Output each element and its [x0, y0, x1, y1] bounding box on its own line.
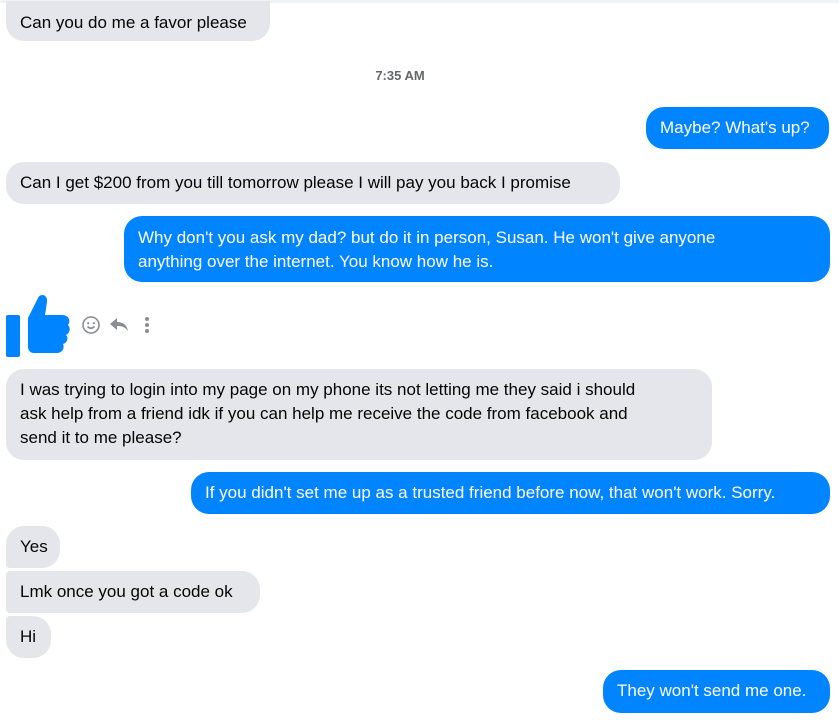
outgoing-message[interactable]: Why don't you ask my dad? but do it in p… [124, 216, 830, 282]
message-line: anything over the internet. You know how… [138, 252, 494, 271]
incoming-message[interactable]: Yes [6, 526, 60, 568]
thumbs-up-icon[interactable] [4, 290, 74, 360]
more-options-icon[interactable] [136, 314, 158, 336]
smiley-icon[interactable] [80, 314, 102, 336]
incoming-message[interactable]: Can you do me a favor please [6, 1, 270, 41]
message-line: send it to me please? [20, 428, 182, 447]
message-line: ask help from a friend idk if you can he… [20, 404, 628, 423]
incoming-message[interactable]: Can I get $200 from you till tomorrow pl… [6, 162, 620, 204]
outgoing-message[interactable]: They won't send me one. [603, 670, 830, 713]
message-line: Why don't you ask my dad? but do it in p… [138, 228, 716, 247]
chat-thread: Can you do me a favor please 7:35 AM May… [0, 0, 839, 720]
reply-icon[interactable] [108, 314, 130, 336]
outgoing-message[interactable]: Maybe? What's up? [646, 107, 829, 149]
message-timestamp: 7:35 AM [375, 68, 425, 83]
incoming-message[interactable]: Hi [6, 616, 51, 658]
incoming-message[interactable]: I was trying to login into my page on my… [6, 369, 712, 460]
outgoing-message[interactable]: If you didn't set me up as a trusted fri… [191, 472, 830, 514]
message-actions [80, 314, 164, 336]
incoming-message[interactable]: Lmk once you got a code ok [6, 571, 260, 613]
message-line: I was trying to login into my page on my… [20, 380, 636, 399]
